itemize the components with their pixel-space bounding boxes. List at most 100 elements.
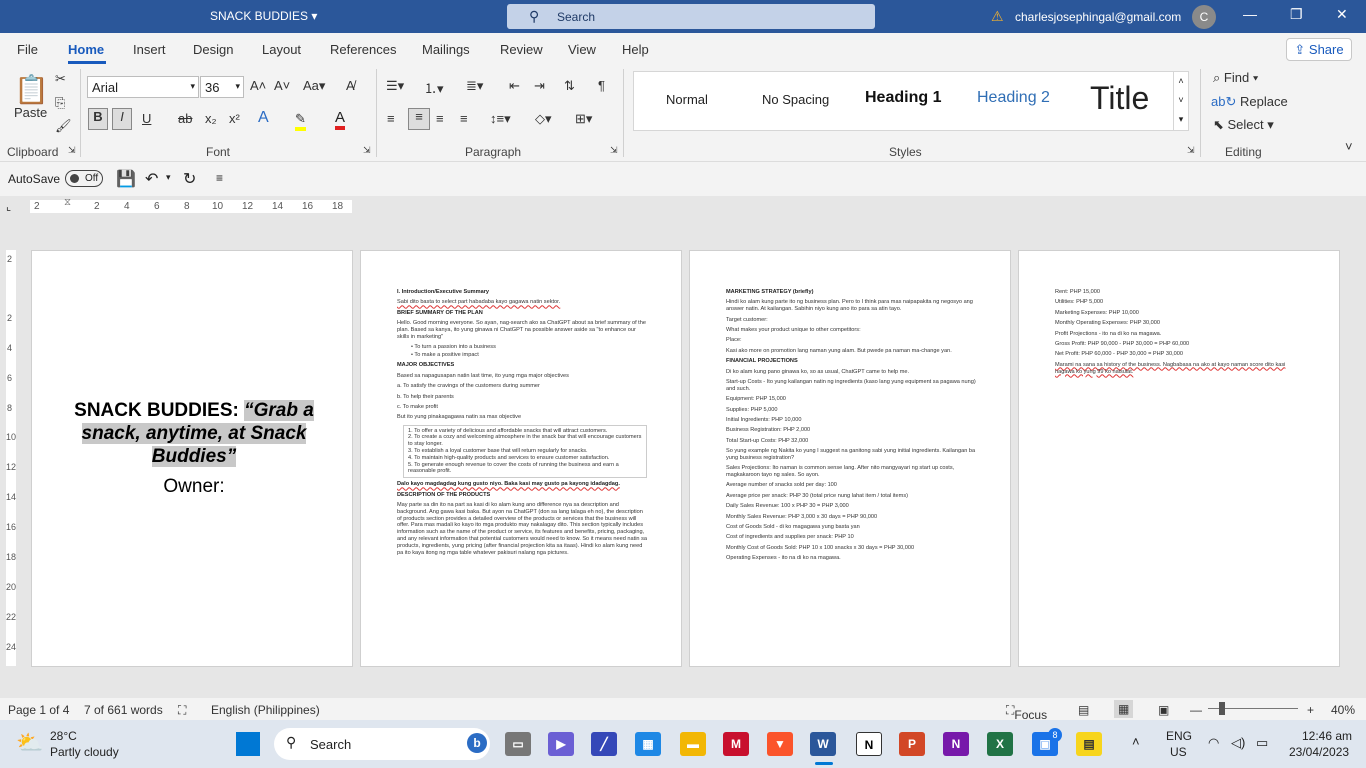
clear-formatting-icon[interactable]: A̸ [346,78,355,93]
replace-button[interactable]: ab↻ Replace [1211,94,1288,110]
font-name-select[interactable]: Arial ▾ [87,76,199,98]
proofing-icon[interactable]: ⛶ [178,703,186,718]
decrease-indent-icon[interactable]: ⇤ [509,78,520,94]
ruler-track[interactable]: 2 2 4 6 8 10 12 14 16 18 ⧖ [30,197,352,213]
wifi-icon[interactable]: ◠ [1208,735,1219,751]
avatar[interactable]: C [1192,5,1216,29]
minimize-icon[interactable]: — [1243,6,1257,22]
numbering-icon[interactable]: ⒈▾ [424,78,444,97]
sticky-notes-icon[interactable]: ▤ [1076,732,1102,756]
document-page-4[interactable]: Rent: PHP 15,000 Utilities: PHP 5,000 Ma… [1018,250,1340,667]
volume-icon[interactable]: ◁) [1231,735,1245,751]
tab-help[interactable]: Help [622,42,649,57]
document-page-1[interactable]: SNACK BUDDIES: “Grab a snack, anytime, a… [31,250,353,667]
bullets-icon[interactable]: ☰▾ [386,78,404,94]
battery-icon[interactable]: ▭ [1256,735,1268,751]
zoom-out-icon[interactable]: — [1190,703,1202,717]
print-layout-icon[interactable]: ▦ [1114,700,1134,718]
indent-marker-icon[interactable]: ⧖ [64,197,71,208]
input-language[interactable]: ENG [1166,729,1192,743]
search-box[interactable]: ⚲ Search [507,4,875,29]
zoom-slider-thumb[interactable] [1219,702,1225,715]
underline-button[interactable]: U [142,111,151,126]
document-page-2[interactable]: I. Introduction/Executive Summary Sabi d… [360,250,682,667]
sort-icon[interactable]: ⇅ [564,78,575,94]
style-no-spacing[interactable]: No Spacing [762,92,829,107]
customize-toolbar-icon[interactable]: ≡ [216,171,223,185]
copy-icon[interactable]: ⎘ [55,95,65,111]
font-color-icon[interactable]: A [335,109,346,130]
style-title[interactable]: Title [1090,80,1149,117]
zoom-level[interactable]: 40% [1331,703,1355,717]
strikethrough-button[interactable]: ab [178,111,192,126]
input-region[interactable]: US [1170,745,1187,759]
justify-icon[interactable]: ≡ [460,111,468,126]
grow-font-icon[interactable]: A˄ [250,78,266,93]
tab-design[interactable]: Design [193,42,233,57]
font-size-select[interactable]: 36 ▾ [200,76,244,98]
align-right-icon[interactable]: ≡ [436,111,444,126]
chevron-up-icon[interactable]: ˄ [1132,734,1140,749]
brave-icon[interactable]: ▼ [767,732,793,756]
tab-layout[interactable]: Layout [262,42,301,57]
paste-icon[interactable]: 📋 [14,73,49,106]
tab-insert[interactable]: Insert [133,42,166,57]
tab-home[interactable]: Home [68,42,104,57]
tab-review[interactable]: Review [500,42,543,57]
onenote-icon[interactable]: N [943,732,969,756]
store-icon[interactable]: ▦ [635,732,661,756]
dialog-launcher-icon[interactable]: ⇲ [1187,145,1195,156]
warning-icon[interactable]: ⚠ [991,8,1004,25]
notion-icon[interactable]: N [856,732,882,756]
start-icon[interactable] [236,732,260,756]
taskbar-search[interactable]: ⚲ Search b [274,728,490,760]
weather-temp[interactable]: 28°C [50,729,77,743]
language-status[interactable]: English (Philippines) [211,703,320,717]
page-count[interactable]: Page 1 of 4 [8,703,69,717]
borders-icon[interactable]: ⊞▾ [575,111,592,127]
shrink-font-icon[interactable]: A˅ [274,78,290,93]
show-formatting-icon[interactable]: ¶ [598,78,605,93]
paste-button[interactable]: Paste [14,105,47,120]
bold-button[interactable]: B [88,108,108,130]
dialog-launcher-icon[interactable]: ⇲ [68,145,76,156]
word-count[interactable]: 7 of 661 words [84,703,163,717]
weather-icon[interactable]: ⛅ [16,730,43,756]
document-page-3[interactable]: MARKETING STRATEGY (briefly) Hindi ko al… [689,250,1011,667]
cut-icon[interactable]: ✂ [55,71,66,87]
mcafee-icon[interactable]: M [723,732,749,756]
weather-condition[interactable]: Partly cloudy [50,745,119,759]
teams-icon[interactable]: ▶ [548,732,574,756]
read-mode-icon[interactable]: ▤ [1078,703,1089,717]
subscript-button[interactable]: x₂ [205,111,217,126]
document-title[interactable]: SNACK BUDDIES ▾ [210,9,317,23]
undo-dropdown-icon[interactable]: ▾ [166,172,171,183]
file-explorer-icon[interactable]: ▬ [680,732,706,756]
increase-indent-icon[interactable]: ⇥ [534,78,545,94]
tab-file[interactable]: File [17,42,38,57]
zoom-in-icon[interactable]: + [1307,703,1314,717]
style-normal[interactable]: Normal [666,92,708,107]
select-button[interactable]: ⬉ Select ▾ [1213,117,1274,133]
highlight-icon[interactable]: ✎ [295,111,306,131]
change-case-icon[interactable]: Aa▾ [303,78,325,94]
tab-view[interactable]: View [568,42,596,57]
tab-references[interactable]: References [330,42,396,57]
web-layout-icon[interactable]: ▣ [1158,703,1169,717]
task-view-icon[interactable]: ▭ [505,732,531,756]
dialog-launcher-icon[interactable]: ⇲ [610,145,618,156]
powerpoint-icon[interactable]: P [899,732,925,756]
excel-icon[interactable]: X [987,732,1013,756]
align-left-icon[interactable]: ≡ [387,111,395,126]
autosave-toggle[interactable]: Off [65,170,103,187]
tab-selector-icon[interactable]: ⌞ [6,200,11,213]
find-button[interactable]: ⌕ Find ▾ [1213,70,1258,86]
dialog-launcher-icon[interactable]: ⇲ [363,145,371,156]
tab-mailings[interactable]: Mailings [422,42,470,57]
align-center-icon[interactable]: ≡ [408,108,430,130]
redo-icon[interactable]: ↻ [183,169,196,189]
collapse-ribbon-icon[interactable]: ˅ [1345,139,1353,154]
multilevel-list-icon[interactable]: ≣▾ [466,78,483,94]
clock-date[interactable]: 23/04/2023 [1289,745,1349,759]
style-heading-2[interactable]: Heading 2 [977,89,1050,107]
